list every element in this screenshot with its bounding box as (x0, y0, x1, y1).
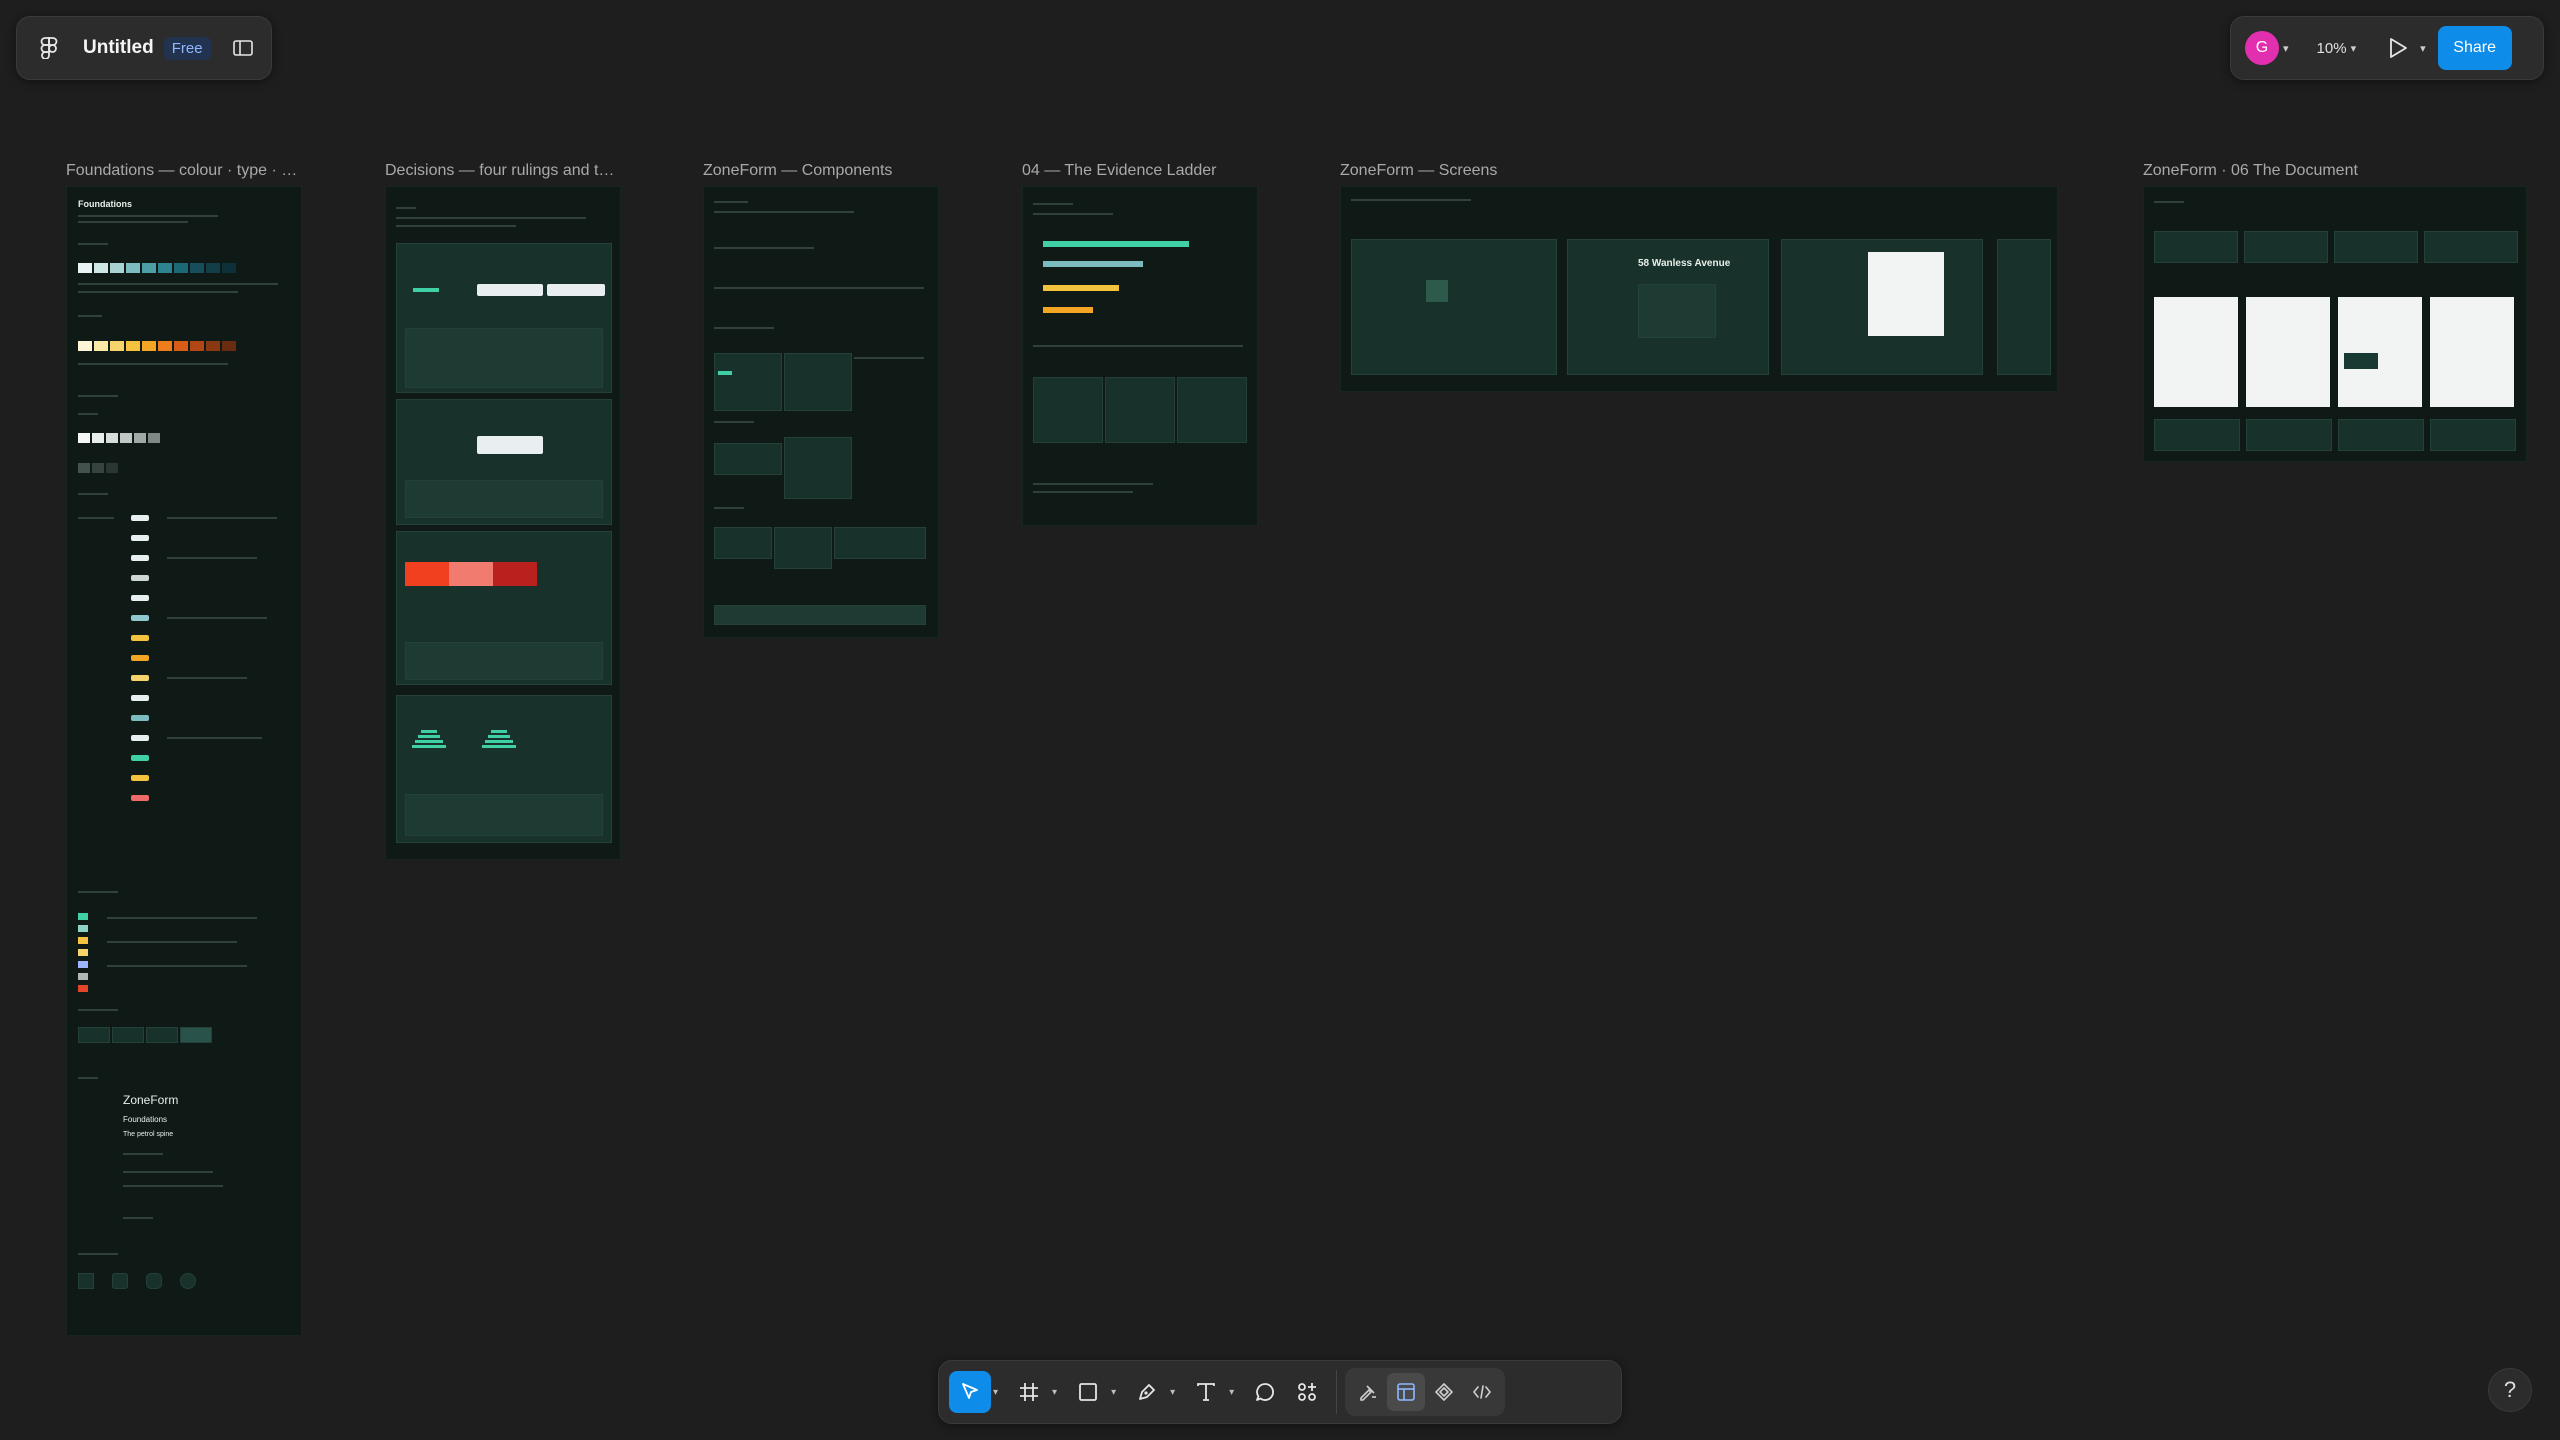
chevron-down-icon[interactable]: ▾ (1229, 1387, 1234, 1398)
rectangle-icon (1079, 1383, 1097, 1401)
file-title[interactable]: Untitled (83, 37, 154, 59)
comment-tool-button[interactable] (1244, 1371, 1286, 1413)
prototype-diamond-icon (1435, 1382, 1454, 1402)
type-wordmark: ZoneForm (123, 1093, 179, 1107)
chevron-down-icon[interactable]: ▾ (2351, 42, 2357, 55)
play-icon (2390, 38, 2407, 58)
chevron-down-icon[interactable]: ▾ (993, 1387, 998, 1398)
share-button[interactable]: Share (2437, 26, 2512, 70)
pen-icon (1139, 1384, 1155, 1400)
toolbar-divider (1336, 1370, 1338, 1414)
type-sub-foundations: Foundations (123, 1115, 168, 1124)
chevron-down-icon[interactable]: ▾ (2420, 42, 2426, 55)
frame-label-decisions[interactable]: Decisions — four rulings and t… (385, 162, 615, 180)
design-mode-button[interactable] (1387, 1373, 1426, 1411)
apps-grid-icon (1298, 1383, 1317, 1401)
main-menu-button[interactable] (31, 30, 67, 66)
sidebar-icon (232, 40, 253, 56)
text-tool-button[interactable] (1185, 1371, 1227, 1413)
draw-mode-button[interactable] (1349, 1373, 1387, 1411)
frame-screens[interactable]: 58 Wanless Avenue (1340, 186, 2058, 392)
frame-label-document[interactable]: ZoneForm · 06 The Document (2143, 162, 2443, 180)
design-layout-icon (1397, 1383, 1415, 1401)
comment-bubble-icon (1256, 1383, 1275, 1401)
rectangle-tool-button[interactable] (1067, 1371, 1109, 1413)
chevron-down-icon[interactable]: ▾ (1170, 1387, 1175, 1398)
type-sub-spine: The petrol spine (123, 1131, 174, 1138)
header-actions-panel: G ▾ 10% ▾ ▾ Share (2230, 16, 2544, 80)
chevron-down-icon[interactable]: ▾ (2283, 42, 2289, 55)
foundations-heading: Foundations (78, 199, 132, 209)
user-avatar[interactable]: G (2245, 31, 2279, 65)
frame-components[interactable] (703, 186, 939, 638)
mode-switcher (1345, 1368, 1506, 1416)
toggle-sidebar-button[interactable] (225, 30, 261, 66)
zoom-level[interactable]: 10% (2317, 40, 2347, 57)
draw-pencil-icon (1360, 1385, 1377, 1401)
pen-tool-button[interactable] (1126, 1371, 1168, 1413)
frame-foundations[interactable]: Foundations ZoneForm Foundations The pet… (66, 186, 302, 1336)
frame-evidence-ladder[interactable] (1022, 186, 1258, 526)
help-button[interactable]: ? (2488, 1368, 2532, 1412)
actions-tool-button[interactable] (1286, 1371, 1328, 1413)
text-icon (1197, 1383, 1216, 1401)
frame-label-foundations[interactable]: Foundations — colour · type · … (66, 162, 296, 180)
frame-label-screens[interactable]: ZoneForm — Screens (1340, 162, 1640, 180)
frame-decisions[interactable] (385, 186, 621, 860)
screens-address: 58 Wanless Avenue (1638, 258, 1731, 269)
bottom-toolbar: ▾ ▾ ▾ ▾ ▾ (938, 1360, 1622, 1424)
file-header-panel: Untitled Free (16, 16, 272, 80)
cursor-arrow-icon (962, 1383, 978, 1399)
figma-logo-icon (40, 37, 58, 59)
move-tool-button[interactable] (949, 1371, 991, 1413)
prototype-mode-button[interactable] (1425, 1373, 1463, 1411)
frame-tool-button[interactable] (1008, 1371, 1050, 1413)
frame-label-components[interactable]: ZoneForm — Components (703, 162, 943, 180)
present-button[interactable] (2380, 30, 2416, 66)
code-brackets-icon (1473, 1385, 1492, 1399)
chevron-down-icon[interactable]: ▾ (1111, 1387, 1116, 1398)
frame-document[interactable] (2143, 186, 2527, 462)
frame-label-evidence-ladder[interactable]: 04 — The Evidence Ladder (1022, 162, 1262, 180)
chevron-down-icon[interactable]: ▾ (1052, 1387, 1057, 1398)
plan-badge[interactable]: Free (163, 36, 211, 60)
dev-mode-button[interactable] (1463, 1373, 1501, 1411)
frame-hash-icon (1020, 1383, 1039, 1401)
